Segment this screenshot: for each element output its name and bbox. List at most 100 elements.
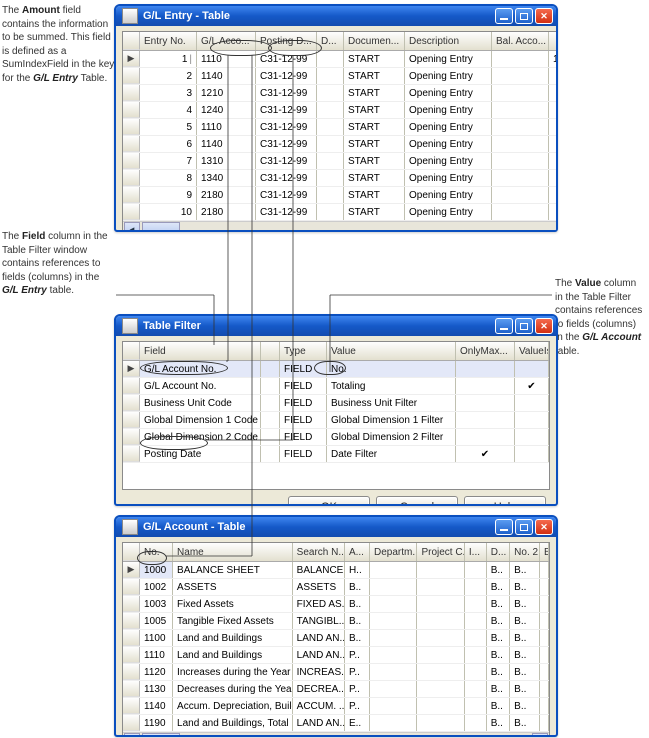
- cell: [492, 187, 549, 203]
- col-onlymax[interactable]: OnlyMax...: [456, 342, 515, 360]
- table-filter-grid[interactable]: Field Type Value OnlyMax... ValueIsFi...…: [122, 341, 550, 490]
- gl-account-grid[interactable]: No. Name Search N... A... Departm... Pro…: [122, 542, 550, 737]
- gl-entry-grid[interactable]: Entry No. G/L Acco... Posting D... D... …: [122, 31, 558, 232]
- col-i[interactable]: I...: [465, 543, 487, 561]
- col-amount[interactable]: Amount: [549, 32, 558, 50]
- cell: C31-12-99: [256, 85, 317, 101]
- help-button[interactable]: Help: [464, 496, 546, 506]
- col-name[interactable]: Name: [173, 543, 293, 561]
- scroll-left-button[interactable]: ◄: [124, 222, 140, 232]
- table-row[interactable]: 31210C31-12-99STARTOpening Entry582,83: [123, 85, 558, 102]
- table-row[interactable]: 71310C31-12-99STARTOpening Entry49,47: [123, 153, 558, 170]
- scroll-thumb[interactable]: [142, 222, 180, 232]
- cell: [465, 630, 487, 646]
- cell: B..: [510, 562, 540, 578]
- col-bal-account[interactable]: Bal. Acco...: [492, 32, 549, 50]
- col-search-name[interactable]: Search N...: [293, 543, 345, 561]
- col-entry-no[interactable]: Entry No.: [140, 32, 197, 50]
- cell: B..: [487, 715, 510, 731]
- col-posting-date[interactable]: Posting D...: [256, 32, 317, 50]
- titlebar[interactable]: G/L Account - Table ✕: [116, 517, 556, 537]
- col-no[interactable]: No.: [140, 543, 173, 561]
- table-row[interactable]: G/L Account No.FIELDTotaling✔: [123, 378, 549, 395]
- hscrollbar[interactable]: ◄ ►: [123, 732, 549, 737]
- close-button[interactable]: ✕: [535, 519, 553, 535]
- maximize-button[interactable]: [515, 519, 533, 535]
- table-row[interactable]: 1190Land and Buildings, TotalLAND AN...E…: [123, 715, 549, 732]
- table-row[interactable]: 1130Decreases during the YearDECREA...P.…: [123, 681, 549, 698]
- col-no2[interactable]: No. 2: [510, 543, 540, 561]
- table-row[interactable]: 1100Land and BuildingsLAND AN...B..B..B.…: [123, 630, 549, 647]
- cell: C31-12-99: [256, 204, 317, 220]
- titlebar[interactable]: Table Filter ✕: [116, 316, 556, 336]
- col-gl-account-no[interactable]: G/L Acco...: [197, 32, 256, 50]
- table-row[interactable]: 51110C31-12-99STARTOpening Entry154,46: [123, 119, 558, 136]
- col-description[interactable]: Description: [405, 32, 492, 50]
- scroll-thumb[interactable]: [142, 733, 180, 737]
- cell: 1110: [140, 647, 173, 663]
- col-document-no[interactable]: Documen...: [344, 32, 405, 50]
- table-row[interactable]: 61140C31-12-99STARTOpening Entry-62,92: [123, 136, 558, 153]
- table-row[interactable]: ▶1|1110C31-12-99STARTOpening Entry1.324,…: [123, 51, 558, 68]
- maximize-button[interactable]: [515, 318, 533, 334]
- col-d[interactable]: D...: [317, 32, 344, 50]
- table-row[interactable]: 102180C31-12-99STARTOpening Entry135,24: [123, 204, 558, 221]
- close-button[interactable]: ✕: [535, 8, 553, 24]
- table-row[interactable]: 1110Land and BuildingsLAND AN...P..B..B.…: [123, 647, 549, 664]
- cell: G/L Account No.: [140, 378, 261, 394]
- scroll-left-button[interactable]: ◄: [124, 733, 140, 737]
- col-type[interactable]: Type: [280, 342, 327, 360]
- cell: [261, 446, 280, 462]
- table-row[interactable]: ▶1000BALANCE SHEETBALANCE...H..B..B..: [123, 562, 549, 579]
- cell: [370, 647, 417, 663]
- minimize-button[interactable]: [495, 318, 513, 334]
- col-d[interactable]: D...: [487, 543, 510, 561]
- titlebar[interactable]: G/L Entry - Table ✕: [116, 6, 556, 26]
- col-spacer[interactable]: [261, 342, 280, 360]
- minimize-button[interactable]: [495, 8, 513, 24]
- note-field: The Field column in the Table Filter win…: [2, 230, 117, 298]
- ok-button[interactable]: OK: [288, 496, 370, 506]
- table-row[interactable]: Posting DateFIELDDate Filter✔: [123, 446, 549, 463]
- cell: B..: [510, 613, 540, 629]
- col-project[interactable]: Project C...: [417, 543, 464, 561]
- minimize-button[interactable]: [495, 519, 513, 535]
- cell: B..: [510, 664, 540, 680]
- table-row[interactable]: 1002ASSETSASSETSB..B..B..: [123, 579, 549, 596]
- close-button[interactable]: ✕: [535, 318, 553, 334]
- table-row[interactable]: Business Unit CodeFIELDBusiness Unit Fil…: [123, 395, 549, 412]
- col-valueisfi[interactable]: ValueIsFi...: [515, 342, 549, 360]
- maximize-button[interactable]: [515, 8, 533, 24]
- cell: [317, 102, 344, 118]
- cell: B..: [345, 630, 370, 646]
- cell: [317, 204, 344, 220]
- table-row[interactable]: Global Dimension 2 CodeFIELDGlobal Dimen…: [123, 429, 549, 446]
- table-row[interactable]: 1003Fixed AssetsFIXED AS...B..B..B..: [123, 596, 549, 613]
- cell: 1130: [140, 681, 173, 697]
- col-value[interactable]: Value: [327, 342, 456, 360]
- col-a[interactable]: A...: [345, 543, 370, 561]
- cell: Global Dimension 1 Code: [140, 412, 261, 428]
- cell: INCREAS...: [293, 664, 345, 680]
- cell: [465, 681, 487, 697]
- cell: B..: [510, 596, 540, 612]
- table-row[interactable]: ▶G/L Account No.FIELDNo.: [123, 361, 549, 378]
- col-department[interactable]: Departm...: [370, 543, 417, 561]
- table-row[interactable]: 81340C31-12-99STARTOpening Entry-24,80: [123, 170, 558, 187]
- table-row[interactable]: 92180C31-12-99STARTOpening Entry269,94: [123, 187, 558, 204]
- cell: 154,46: [549, 119, 558, 135]
- cancel-button[interactable]: Cancel: [376, 496, 458, 506]
- table-row[interactable]: 1005Tangible Fixed AssetsTANGIBL...B..B.…: [123, 613, 549, 630]
- table-row[interactable]: 41240C31-12-99STARTOpening Entry-362,26: [123, 102, 558, 119]
- cell: [540, 596, 549, 612]
- cell: C31-12-99: [256, 136, 317, 152]
- table-row[interactable]: 1140Accum. Depreciation, BuildingsACCUM.…: [123, 698, 549, 715]
- hscrollbar[interactable]: ◄ ►: [123, 221, 558, 232]
- col-field[interactable]: Field: [140, 342, 261, 360]
- cell: 10: [140, 204, 197, 220]
- table-row[interactable]: 1120Increases during the YearINCREAS...P…: [123, 664, 549, 681]
- col-bl[interactable]: Bl: [540, 543, 549, 561]
- table-row[interactable]: 21140C31-12-99STARTOpening Entry-340,55: [123, 68, 558, 85]
- scroll-right-button[interactable]: ►: [532, 733, 548, 737]
- table-row[interactable]: Global Dimension 1 CodeFIELDGlobal Dimen…: [123, 412, 549, 429]
